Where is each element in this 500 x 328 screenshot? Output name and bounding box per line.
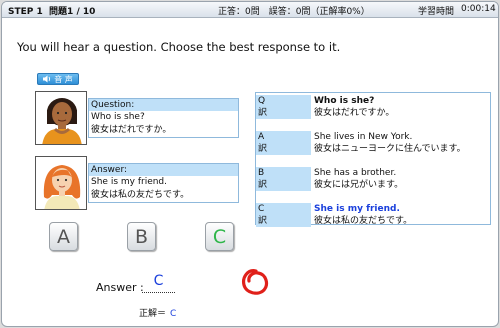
audio-button[interactable]: 音 声 xyxy=(37,73,79,85)
table-row-key: C xyxy=(256,203,311,215)
table-row: 訳 彼女はだれですか。 xyxy=(256,107,490,119)
table-row-key: 訳 xyxy=(256,179,311,191)
table-row-key: 訳 xyxy=(256,143,311,155)
table-row-value: She has a brother. xyxy=(314,168,397,178)
question-card-english: Who is she? xyxy=(91,112,145,122)
table-row-key: 訳 xyxy=(256,215,311,227)
table-row-value: 彼女はニューヨークに住んでいます。 xyxy=(314,144,466,154)
correct-answer-label: 正解＝ xyxy=(139,309,167,319)
table-row: A She lives in New York. xyxy=(256,131,490,143)
table-row-value: 彼女は私の友だちです。 xyxy=(314,216,413,226)
answer-label: Answer : xyxy=(96,281,144,294)
score-summary: 正答：0問 誤答：0問（正解率0%） xyxy=(218,7,370,17)
question-speaker-avatar xyxy=(35,91,87,145)
table-row-value: 彼女には兄がいます。 xyxy=(314,180,404,190)
table-row-key: A xyxy=(256,131,311,143)
table-row: Q Who is she? xyxy=(256,95,490,107)
table-row: 訳 彼女はニューヨークに住んでいます。 xyxy=(256,143,490,155)
question-card-japanese: 彼女はだれですか。 xyxy=(91,125,172,135)
answer-card-japanese: 彼女は私の友だちです。 xyxy=(91,190,190,200)
study-time-value: 0:00:14 xyxy=(461,4,496,14)
table-row-key: 訳 xyxy=(256,107,311,119)
table-row-key: Q xyxy=(256,95,311,107)
answer-card-label: Answer: xyxy=(89,164,238,176)
table-row-value: 彼女はだれですか。 xyxy=(314,108,395,118)
transcript-table: Q Who is she? 訳 彼女はだれですか。 A She lives in… xyxy=(255,92,491,227)
table-row-value: She lives in New York. xyxy=(314,132,413,142)
correct-circle-icon xyxy=(238,265,272,302)
question-card-label: Question: xyxy=(89,99,238,111)
table-row: 訳 彼女には兄がいます。 xyxy=(256,179,490,191)
speaker-icon xyxy=(43,75,51,83)
table-row: 訳 彼女は私の友だちです。 xyxy=(256,215,490,227)
instruction-text: You will hear a question. Choose the bes… xyxy=(17,40,341,54)
table-row-value: She is my friend. xyxy=(314,204,400,214)
table-row: C She is my friend. xyxy=(256,203,490,215)
choice-b-button[interactable]: B xyxy=(127,222,156,251)
table-row-key: B xyxy=(256,167,311,179)
correct-answer: 正解＝ C xyxy=(139,306,176,319)
study-time-label: 学習時間 xyxy=(418,7,455,17)
answer-card: Answer: She is my friend. 彼女は私の友だちです。 xyxy=(88,163,239,203)
question-card: Question: Who is she? 彼女はだれですか。 xyxy=(88,98,239,138)
table-row-value: Who is she? xyxy=(314,96,375,106)
app-window: STEP 1 問題1 / 10 正答：0問 誤答：0問（正解率0%） 学習時間 … xyxy=(1,1,499,327)
audio-button-label: 音 声 xyxy=(54,74,73,84)
status-bar: STEP 1 問題1 / 10 正答：0問 誤答：0問（正解率0%） 学習時間 … xyxy=(2,2,498,18)
answer-speaker-avatar xyxy=(35,156,87,210)
choice-a-button[interactable]: A xyxy=(49,222,78,251)
correct-answer-value: C xyxy=(170,309,177,319)
table-row: B She has a brother. xyxy=(256,167,490,179)
choice-c-button[interactable]: C xyxy=(205,222,234,251)
selected-answer: C xyxy=(142,273,175,293)
answer-card-english: She is my friend. xyxy=(91,177,168,187)
step-title: STEP 1 問題1 / 10 xyxy=(8,7,96,17)
